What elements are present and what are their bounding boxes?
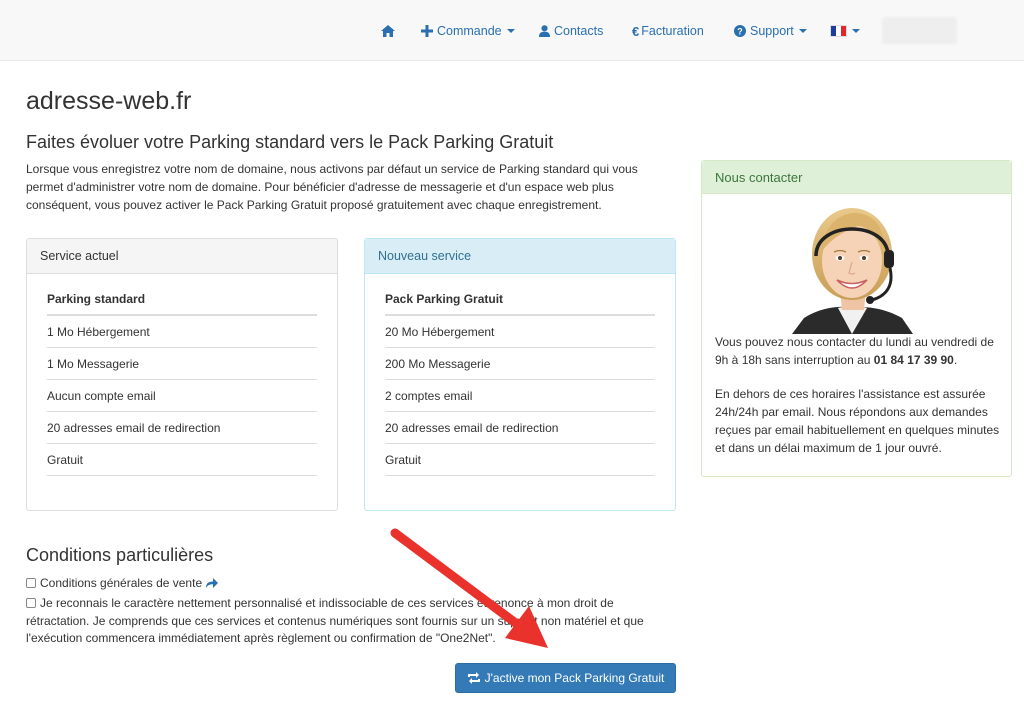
nav-facturation[interactable]: € Facturation [632,22,704,40]
nav-commande[interactable]: Commande [421,22,515,40]
list-item: Aucun compte email [47,380,317,412]
current-service-list: Parking standard 1 Mo Hébergement 1 Mo M… [47,284,317,476]
retractation-row: Je reconnais le caractère nettement pers… [26,595,666,648]
nav-support[interactable]: ? Support [734,22,807,40]
current-service-heading: Service actuel [27,239,337,274]
page-title: adresse-web.fr [26,87,192,115]
share-arrow-icon[interactable] [206,578,219,588]
retractation-checkbox[interactable] [26,598,36,608]
contact-email-text: En dehors de ces horaires l'assistance e… [715,387,1000,455]
current-service-panel: Service actuel Parking standard 1 Mo Héb… [26,238,338,511]
refresh-icon [467,672,481,684]
nav-support-label: Support [750,24,794,38]
home-icon [381,25,395,37]
list-item: Pack Parking Gratuit [385,284,655,316]
intro-paragraph: Lorsque vous enregistrez votre nom de do… [26,162,638,212]
list-item: 1 Mo Hébergement [47,316,317,348]
chevron-down-icon [798,29,807,33]
contact-panel: Nous contacter Vous pouvez nous contacte [701,160,1012,477]
support-agent-avatar [790,206,915,334]
new-service-list: Pack Parking Gratuit 20 Mo Hébergement 2… [385,284,655,476]
conditions-title: Conditions particulières [26,545,214,565]
contact-text: Vous pouvez nous contacter du lundi au v… [715,333,1007,457]
activate-pack-label: J'active mon Pack Parking Gratuit [484,671,665,685]
euro-icon: € [632,23,640,39]
top-navbar: Commande Contacts € Facturation ? Suppor… [0,0,1024,61]
user-account-menu[interactable] [882,17,957,44]
nav-facturation-label: Facturation [641,24,704,38]
contact-phone: 01 84 17 39 90 [873,353,954,367]
retractation-label: Je reconnais le caractère nettement pers… [26,596,644,645]
list-item: 20 Mo Hébergement [385,316,655,348]
list-item: 200 Mo Messagerie [385,348,655,380]
list-item: 1 Mo Messagerie [47,348,317,380]
nav-commande-label: Commande [437,24,502,38]
chevron-down-icon [852,29,860,33]
nav-contacts-label: Contacts [554,24,604,38]
contact-hours-end: . [953,353,958,367]
activate-pack-button[interactable]: J'active mon Pack Parking Gratuit [455,663,676,693]
new-service-heading: Nouveau service [365,239,675,274]
svg-text:?: ? [737,26,743,36]
list-item: Gratuit [47,444,317,476]
list-item: 20 adresses email de redirection [47,412,317,444]
language-selector[interactable] [830,22,860,40]
home-link[interactable] [381,22,399,40]
list-item: 20 adresses email de redirection [385,412,655,444]
list-item: 2 comptes email [385,380,655,412]
nav-contacts[interactable]: Contacts [539,22,603,40]
chevron-down-icon [506,29,515,33]
section-title: Faites évoluer votre Parking standard ve… [26,132,554,152]
contact-heading: Nous contacter [702,161,1011,194]
cgv-checkbox[interactable] [26,578,36,588]
fr-flag-icon [830,25,847,37]
cgv-row: Conditions générales de vente [26,576,219,590]
plus-icon [421,25,433,37]
new-service-panel: Nouveau service Pack Parking Gratuit 20 … [364,238,676,511]
user-icon [539,25,550,37]
question-circle-icon: ? [734,25,746,37]
cgv-label: Conditions générales de vente [40,576,203,590]
list-item: Gratuit [385,444,655,476]
list-item: Parking standard [47,284,317,316]
